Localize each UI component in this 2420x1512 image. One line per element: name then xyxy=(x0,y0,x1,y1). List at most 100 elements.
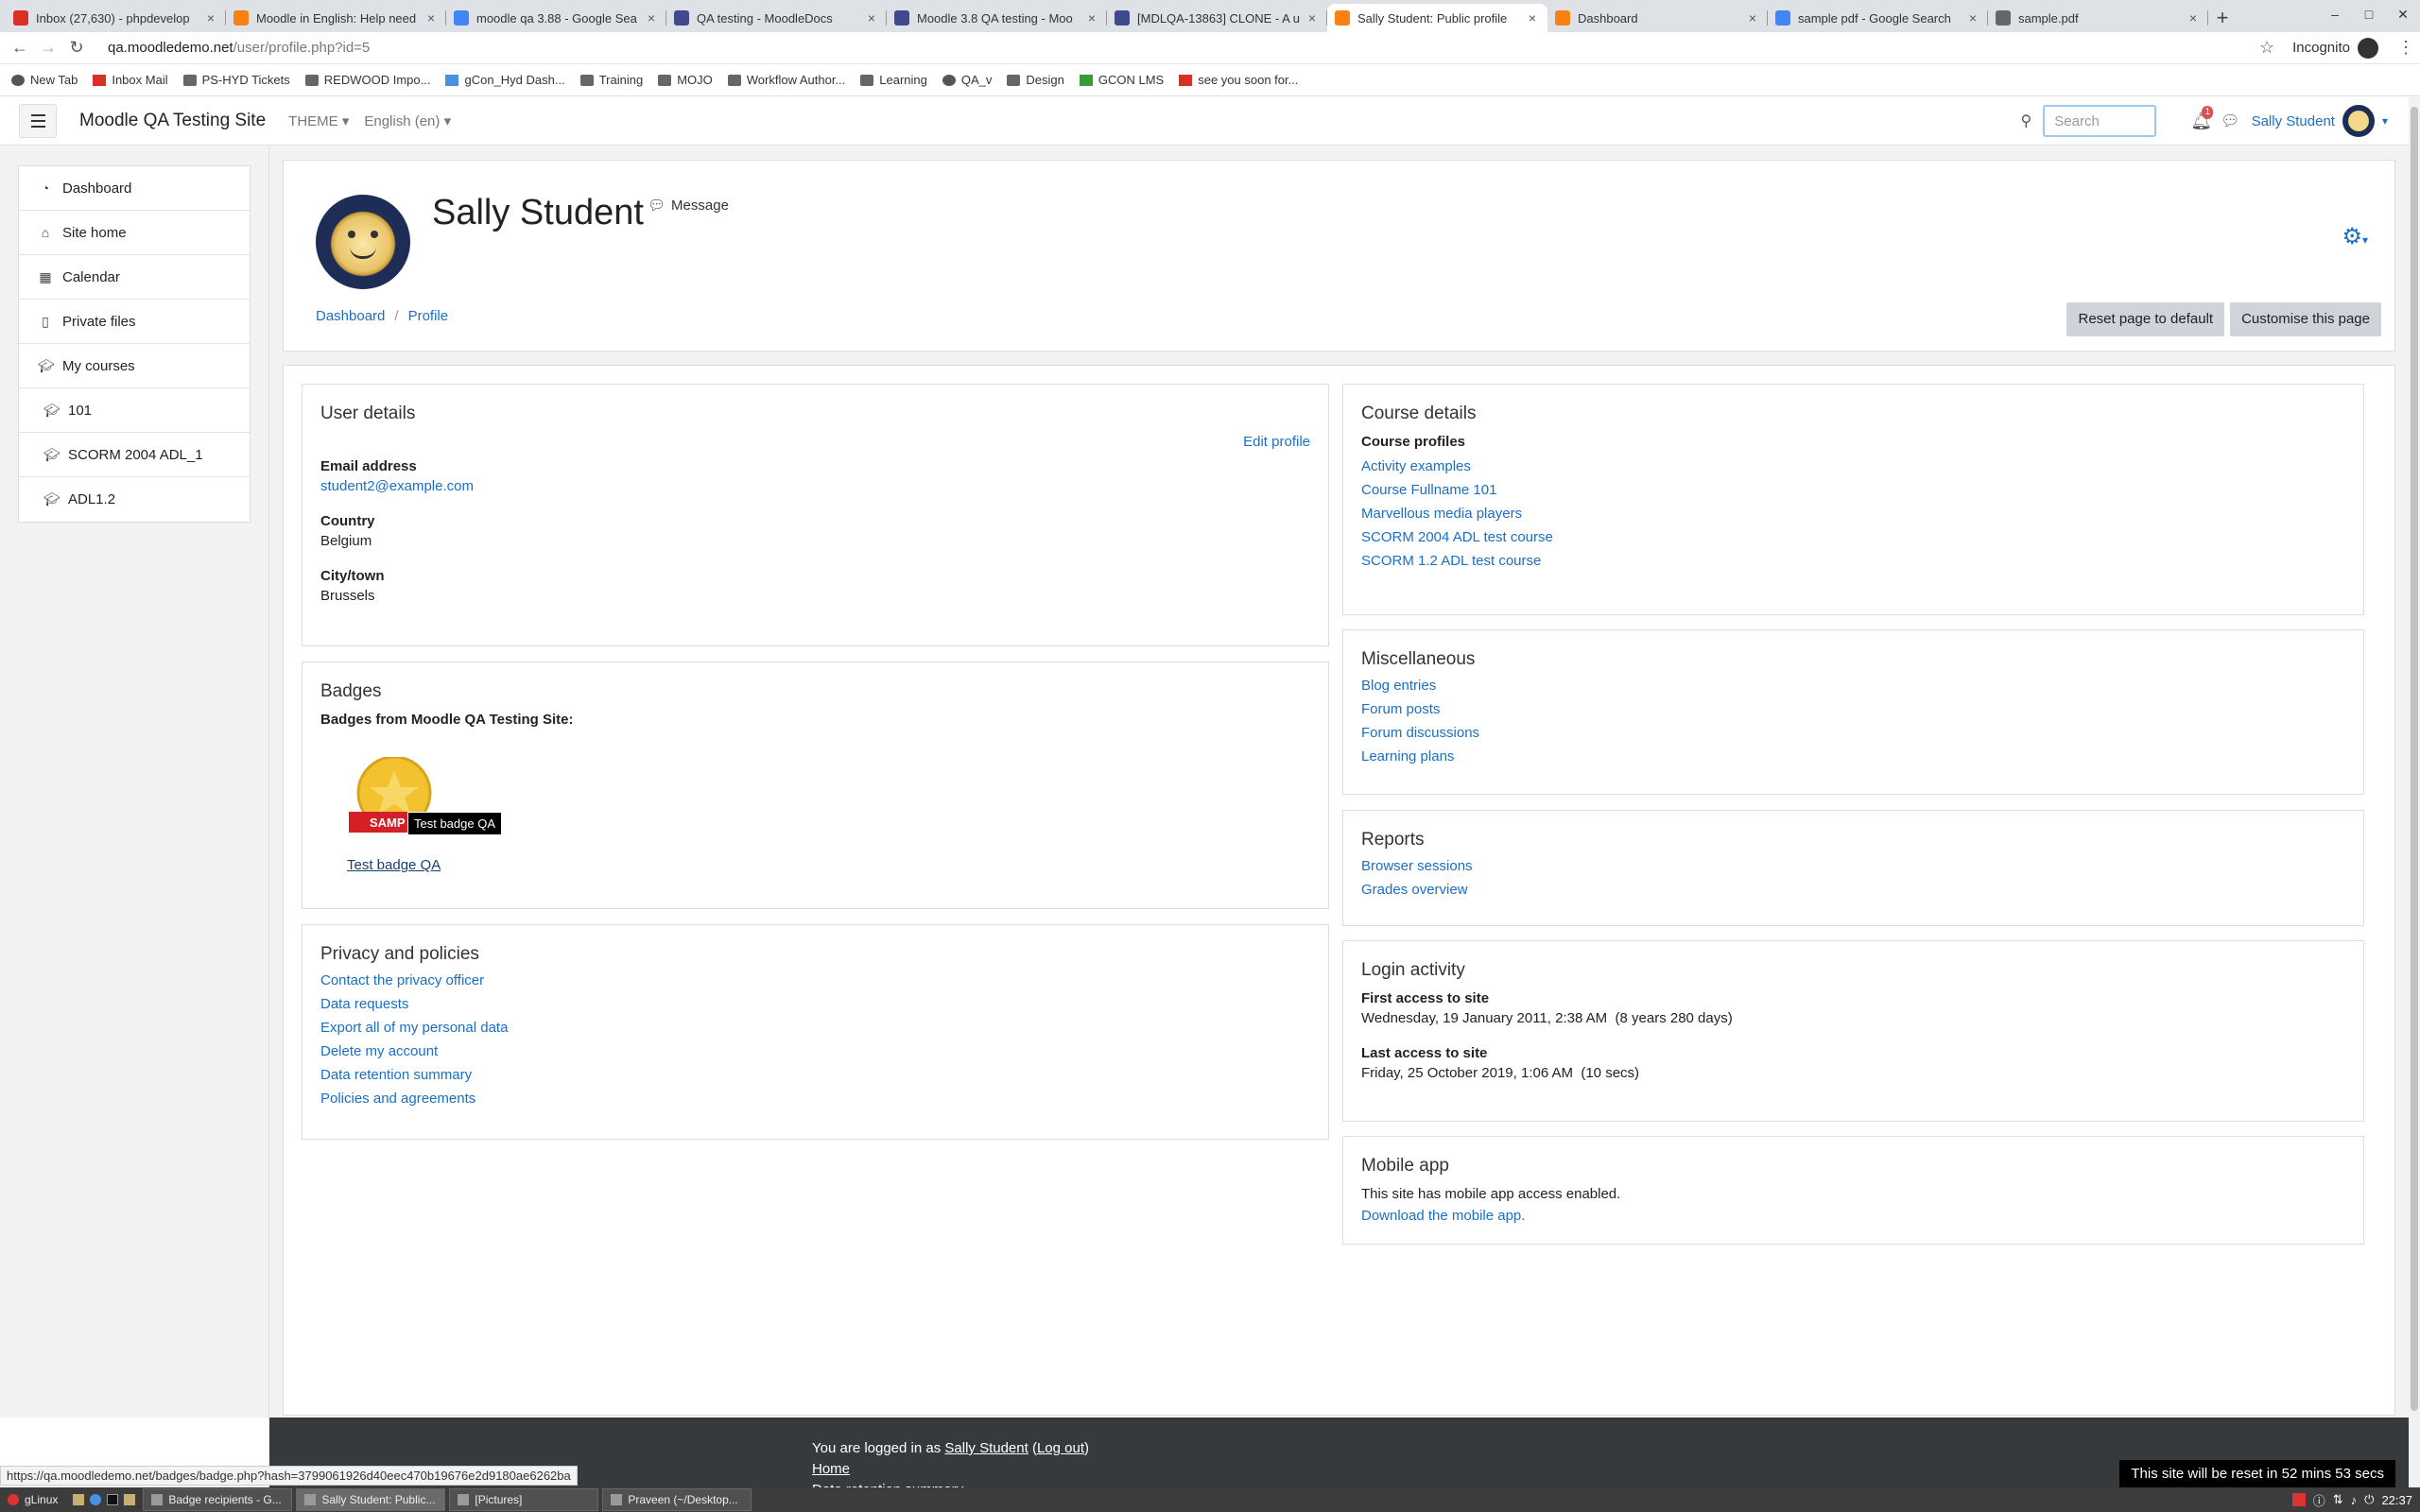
terminal-icon[interactable] xyxy=(107,1494,119,1505)
privacy-link[interactable]: Contact the privacy officer xyxy=(320,972,508,988)
bookmark-item[interactable]: Learning xyxy=(860,73,927,87)
folder-icon[interactable] xyxy=(124,1494,136,1505)
drawer-item-dashboard[interactable]: ◔ Dashboard xyxy=(19,166,250,211)
browser-tab[interactable]: Inbox (27,630) - phpdevelop × xyxy=(6,4,226,32)
drawer-course-adl12[interactable]: 🎓︎ ADL1.2 xyxy=(19,477,250,522)
bookmark-item[interactable]: QA_v xyxy=(942,73,992,87)
privacy-link[interactable]: Delete my account xyxy=(320,1043,508,1059)
footer-home-link[interactable]: Home xyxy=(812,1461,850,1477)
close-tab-icon[interactable]: × xyxy=(1745,10,1760,26)
url-field[interactable]: qa.moodledemo.net/user/profile.php?id=5 xyxy=(108,40,2253,56)
messages-icon[interactable]: 💬︎ xyxy=(2221,112,2239,130)
browser-menu-icon[interactable]: ⋮ xyxy=(2392,38,2420,58)
bookmark-item[interactable]: PS-HYD Tickets xyxy=(182,73,290,87)
bookmark-item[interactable]: REDWOOD Impo... xyxy=(304,73,430,87)
browser-tab[interactable]: Sally Student: Public profile × xyxy=(1327,4,1547,32)
reset-page-button[interactable]: Reset page to default xyxy=(2066,302,2225,336)
close-tab-icon[interactable]: × xyxy=(1084,10,1099,26)
minimize-icon[interactable]: – xyxy=(2318,0,2352,28)
bookmark-item[interactable]: GCON LMS xyxy=(1079,73,1164,87)
course-profile-link[interactable]: SCORM 1.2 ADL test course xyxy=(1361,553,1553,569)
logout-link[interactable]: Log out xyxy=(1037,1440,1084,1456)
start-menu[interactable]: gLinux xyxy=(0,1488,65,1511)
privacy-link[interactable]: Data retention summary xyxy=(320,1067,508,1083)
language-menu[interactable]: English (en) ▾ xyxy=(364,112,451,129)
email-link[interactable]: student2@example.com xyxy=(320,478,474,494)
message-button[interactable]: 💬︎ Message xyxy=(648,197,729,215)
search-input[interactable]: Search xyxy=(2043,105,2157,137)
user-menu[interactable]: Sally Student ▾ xyxy=(2252,105,2388,137)
browser-tab[interactable]: moodle qa 3.88 - Google Sea × xyxy=(446,4,666,32)
theme-menu[interactable]: THEME ▾ xyxy=(288,112,349,129)
network-icon[interactable]: ⇅ xyxy=(2333,1492,2343,1507)
new-tab-icon[interactable]: + xyxy=(2208,4,2237,32)
drawer-item-private-files[interactable]: ▯ Private files xyxy=(19,300,250,344)
task-sally-student[interactable]: Sally Student: Public... xyxy=(296,1488,446,1511)
misc-link[interactable]: Forum discussions xyxy=(1361,725,1479,741)
browser-tab[interactable]: sample pdf - Google Search × xyxy=(1768,4,1988,32)
drawer-course-scorm2004[interactable]: 🎓︎ SCORM 2004 ADL_1 xyxy=(19,433,250,477)
customise-page-button[interactable]: Customise this page xyxy=(2230,302,2381,336)
bookmark-item[interactable]: MOJO xyxy=(658,73,713,87)
course-profile-link[interactable]: Course Fullname 101 xyxy=(1361,482,1553,498)
privacy-link[interactable]: Data requests xyxy=(320,996,508,1012)
drawer-item-calendar[interactable]: ▦ Calendar xyxy=(19,255,250,300)
hamburger-menu-icon[interactable] xyxy=(19,104,57,138)
incognito-indicator[interactable]: Incognito xyxy=(2292,37,2378,59)
bookmark-item[interactable]: Inbox Mail xyxy=(93,73,168,87)
browser-tab[interactable]: Moodle in English: Help need × xyxy=(226,4,446,32)
gear-icon[interactable]: ⚙▾ xyxy=(2342,223,2368,250)
download-mobile-app-link[interactable]: Download the mobile app. xyxy=(1361,1208,1620,1224)
drawer-item-my-courses[interactable]: 🎓︎ My courses xyxy=(19,344,250,388)
breadcrumb-profile[interactable]: Profile xyxy=(408,308,449,324)
privacy-link[interactable]: Export all of my personal data xyxy=(320,1020,508,1036)
close-tab-icon[interactable]: × xyxy=(203,10,218,26)
files-icon[interactable] xyxy=(73,1494,85,1505)
browser-tab[interactable]: QA testing - MoodleDocs × xyxy=(666,4,887,32)
tray-app-icon[interactable] xyxy=(2291,1493,2306,1506)
bookmark-star-icon[interactable]: ☆ xyxy=(2253,38,2281,58)
bookmark-item[interactable]: Training xyxy=(579,73,643,87)
close-tab-icon[interactable]: × xyxy=(644,10,659,26)
bookmark-item[interactable]: Workflow Author... xyxy=(727,73,845,87)
misc-link[interactable]: Blog entries xyxy=(1361,678,1479,694)
report-link[interactable]: Browser sessions xyxy=(1361,858,1473,874)
volume-icon[interactable]: ♪ xyxy=(2351,1493,2358,1507)
course-profile-link[interactable]: Marvellous media players xyxy=(1361,506,1553,522)
task-badge-recipients[interactable]: Badge recipients - G... xyxy=(143,1488,293,1511)
breadcrumb-dashboard[interactable]: Dashboard xyxy=(316,308,385,324)
edit-profile-link[interactable]: Edit profile xyxy=(1243,434,1310,450)
close-tab-icon[interactable]: × xyxy=(864,10,879,26)
close-tab-icon[interactable]: × xyxy=(1965,10,1980,26)
misc-link[interactable]: Forum posts xyxy=(1361,701,1479,717)
close-tab-icon[interactable]: × xyxy=(1305,10,1320,26)
browser-tab[interactable]: [MDLQA-13863] CLONE - A u × xyxy=(1107,4,1327,32)
privacy-link[interactable]: Policies and agreements xyxy=(320,1091,508,1107)
bookmark-item[interactable]: gCon_Hyd Dash... xyxy=(445,73,565,87)
course-profile-link[interactable]: Activity examples xyxy=(1361,458,1553,474)
report-link[interactable]: Grades overview xyxy=(1361,882,1473,898)
badge-name-link[interactable]: Test badge QA xyxy=(347,857,441,873)
drawer-course-101[interactable]: 🎓︎ 101 xyxy=(19,388,250,433)
bookmark-item[interactable]: Design xyxy=(1007,73,1064,87)
bookmark-item[interactable]: see you soon for... xyxy=(1179,73,1298,87)
close-tab-icon[interactable]: × xyxy=(2186,10,2201,26)
power-icon[interactable]: ⏻ xyxy=(2364,1492,2374,1507)
browser-tab[interactable]: sample.pdf × xyxy=(1988,4,2208,32)
chrome-icon[interactable] xyxy=(90,1494,102,1505)
site-name[interactable]: Moodle QA Testing Site xyxy=(79,111,266,131)
course-profile-link[interactable]: SCORM 2004 ADL test course xyxy=(1361,529,1553,545)
notifications-bell-icon[interactable]: 🔔︎ 1 xyxy=(2190,106,2214,130)
close-tab-icon[interactable]: × xyxy=(1525,10,1540,26)
back-icon[interactable]: ← xyxy=(6,38,34,58)
forward-icon[interactable]: → xyxy=(34,38,62,58)
browser-tab[interactable]: Moodle 3.8 QA testing - Moo × xyxy=(887,4,1107,32)
drawer-item-site-home[interactable]: ⌂ Site home xyxy=(19,211,250,255)
close-window-icon[interactable]: ✕ xyxy=(2386,0,2420,28)
footer-user-link[interactable]: Sally Student xyxy=(944,1440,1028,1456)
misc-link[interactable]: Learning plans xyxy=(1361,748,1479,765)
reload-icon[interactable]: ↻ xyxy=(62,38,91,58)
info-icon[interactable]: ⓘ xyxy=(2313,1491,2325,1509)
maximize-icon[interactable]: □ xyxy=(2352,0,2386,28)
task-pictures[interactable]: [Pictures] xyxy=(449,1488,599,1511)
